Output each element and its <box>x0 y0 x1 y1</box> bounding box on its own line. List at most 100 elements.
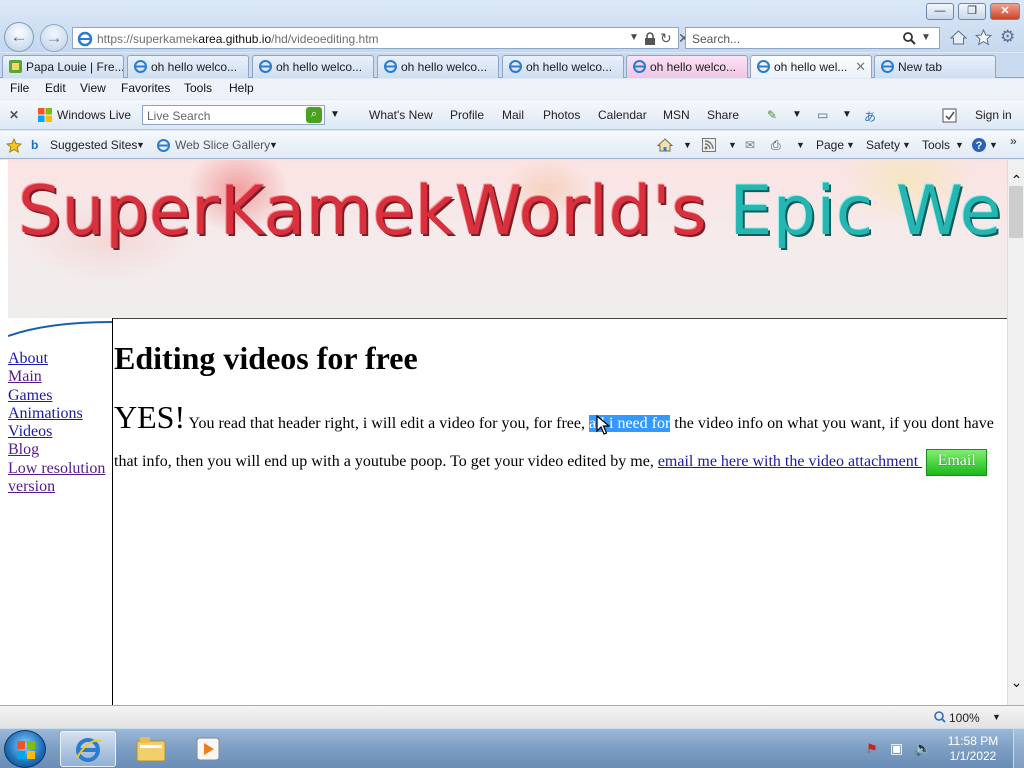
web-slice-dropdown-icon[interactable]: ▼ <box>269 140 278 150</box>
suggested-sites-link[interactable]: Suggested Sites <box>50 138 137 152</box>
tools-dropdown-icon[interactable]: ▼ <box>955 140 964 150</box>
home-icon[interactable] <box>657 137 673 153</box>
tab-papa-louie[interactable]: Papa Louie | Fre... <box>2 55 124 78</box>
menu-favorites[interactable]: Favorites <box>121 81 170 95</box>
tab-oh-hello-5[interactable]: oh hello welco... <box>626 55 748 78</box>
tab-oh-hello-1[interactable]: oh hello welco... <box>127 55 249 78</box>
tab-oh-hello-active[interactable]: oh hello wel... ✕ <box>750 55 872 78</box>
email-button[interactable]: Email <box>926 448 988 476</box>
minimize-button[interactable]: — <box>926 3 954 20</box>
show-desktop-button[interactable] <box>1013 729 1024 768</box>
intro-paragraph: YES! You read that header right, i will … <box>114 398 1002 481</box>
system-clock[interactable]: 11:58 PM 1/1/2022 <box>940 734 1006 764</box>
back-button[interactable]: ← <box>4 22 34 52</box>
taskbar-explorer[interactable] <box>124 731 180 767</box>
read-mail-icon[interactable]: ✉ <box>745 138 755 152</box>
home-icon[interactable] <box>950 29 967 46</box>
action-center-flag-icon[interactable]: ⚑ <box>866 741 878 757</box>
sign-in-link[interactable]: Sign in <box>975 108 1012 122</box>
search-box[interactable]: Search... ▼ <box>685 27 940 49</box>
suggested-dropdown-icon[interactable]: ▼ <box>136 140 145 150</box>
banner-title-teal: Epic Website! <box>729 172 1007 251</box>
menu-help[interactable]: Help <box>229 81 254 95</box>
nav-link-low-resolution[interactable]: Low resolution version <box>8 460 108 497</box>
web-slice-gallery-link[interactable]: Web Slice Gallery <box>175 138 270 152</box>
nav-link-animations[interactable]: Animations <box>8 405 108 423</box>
help-dropdown-icon[interactable]: ▼ <box>989 140 998 150</box>
address-dropdown-icon[interactable]: ▼ <box>629 32 639 43</box>
email-link[interactable]: email me here with the video attachment <box>658 453 922 470</box>
volume-icon[interactable]: 🔈 <box>914 740 931 757</box>
network-icon[interactable]: ▣ <box>890 740 903 757</box>
windows-live-brand[interactable]: Windows Live <box>57 108 131 122</box>
zoom-level[interactable]: 100% <box>949 711 980 725</box>
zoom-dropdown-icon[interactable]: ▼ <box>992 712 1001 722</box>
nav-link-videos[interactable]: Videos <box>8 423 108 441</box>
tab-label: oh hello welco... <box>526 60 613 74</box>
zoom-icon[interactable] <box>934 711 946 723</box>
window-icon[interactable]: ▭ <box>817 108 828 122</box>
address-bar[interactable]: https://superkamekarea.github.io/hd/vide… <box>72 27 690 49</box>
window-dropdown-icon[interactable]: ▼ <box>842 109 852 120</box>
restore-button[interactable]: ❐ <box>958 3 986 20</box>
search-icon[interactable] <box>902 31 916 45</box>
nav-link-main[interactable]: Main <box>8 368 108 386</box>
print-dropdown-icon[interactable]: ▼ <box>796 140 805 150</box>
gear-icon[interactable]: ⚙ <box>1000 27 1015 47</box>
nav-link-blog[interactable]: Blog <box>8 441 108 459</box>
tab-close-icon[interactable]: ✕ <box>855 59 866 75</box>
blog-dropdown-icon[interactable]: ▼ <box>792 109 802 120</box>
tab-oh-hello-2[interactable]: oh hello welco... <box>252 55 374 78</box>
scroll-down-icon[interactable]: ⌄ <box>1008 674 1024 691</box>
translate-icon[interactable]: あ <box>864 108 876 125</box>
toolbar-overflow-icon[interactable]: » <box>1010 134 1017 148</box>
search-dropdown-icon[interactable]: ▼ <box>921 32 931 43</box>
tab-label: New tab <box>898 60 943 74</box>
home-dropdown-icon[interactable]: ▼ <box>683 140 692 150</box>
page-content: SuperKamekWorld's Epic Website! About Ma… <box>0 160 1007 705</box>
menu-file[interactable]: File <box>10 81 29 95</box>
nav-link-games[interactable]: Games <box>8 387 108 405</box>
tab-new-tab[interactable]: New tab <box>874 55 996 78</box>
start-button[interactable] <box>4 730 46 768</box>
tab-oh-hello-3[interactable]: oh hello welco... <box>377 55 499 78</box>
wl-link-share[interactable]: Share <box>707 108 739 122</box>
sign-in-icon[interactable] <box>942 108 957 123</box>
menu-tools[interactable]: Tools <box>184 81 212 95</box>
safety-dropdown-icon[interactable]: ▼ <box>902 140 911 150</box>
lock-icon[interactable] <box>644 32 656 46</box>
menu-view[interactable]: View <box>80 81 106 95</box>
taskbar-internet-explorer[interactable] <box>60 731 116 767</box>
vertical-scrollbar[interactable]: ⌃ ⌄ <box>1007 160 1024 705</box>
nav-link-about[interactable]: About <box>8 350 108 368</box>
close-window-button[interactable]: ✕ <box>990 3 1020 20</box>
safety-menu[interactable]: Safety <box>866 138 900 152</box>
print-icon[interactable]: ⎙ <box>771 138 781 153</box>
favorites-star-icon[interactable] <box>6 138 22 153</box>
favorites-star-icon[interactable] <box>975 29 992 46</box>
wl-link-profile[interactable]: Profile <box>450 108 484 122</box>
forward-button[interactable]: → <box>40 24 68 52</box>
menu-edit[interactable]: Edit <box>45 81 66 95</box>
refresh-icon[interactable]: ↻ <box>660 30 672 47</box>
wl-link-photos[interactable]: Photos <box>543 108 580 122</box>
tab-oh-hello-4[interactable]: oh hello welco... <box>502 55 624 78</box>
page-dropdown-icon[interactable]: ▼ <box>846 140 855 150</box>
live-search-go-icon[interactable]: ⌕ <box>306 107 322 123</box>
wl-link-msn[interactable]: MSN <box>663 108 690 122</box>
tools-menu[interactable]: Tools <box>922 138 950 152</box>
blog-this-icon[interactable]: ✎ <box>767 108 777 122</box>
scroll-thumb[interactable] <box>1009 186 1023 238</box>
toolbar-close-icon[interactable]: ✕ <box>9 108 19 122</box>
feeds-icon[interactable] <box>702 138 716 152</box>
live-search-input[interactable]: Live Search <box>142 105 325 125</box>
wl-link-whats-new[interactable]: What's New <box>369 108 433 122</box>
taskbar-media-player[interactable] <box>182 731 238 767</box>
help-icon[interactable]: ? <box>971 137 987 153</box>
wl-link-calendar[interactable]: Calendar <box>598 108 647 122</box>
live-search-dropdown-icon[interactable]: ▼ <box>330 109 340 120</box>
page-menu[interactable]: Page <box>816 138 844 152</box>
wl-link-mail[interactable]: Mail <box>502 108 524 122</box>
address-url-base: https://superkamek <box>97 32 199 46</box>
feeds-dropdown-icon[interactable]: ▼ <box>728 140 737 150</box>
